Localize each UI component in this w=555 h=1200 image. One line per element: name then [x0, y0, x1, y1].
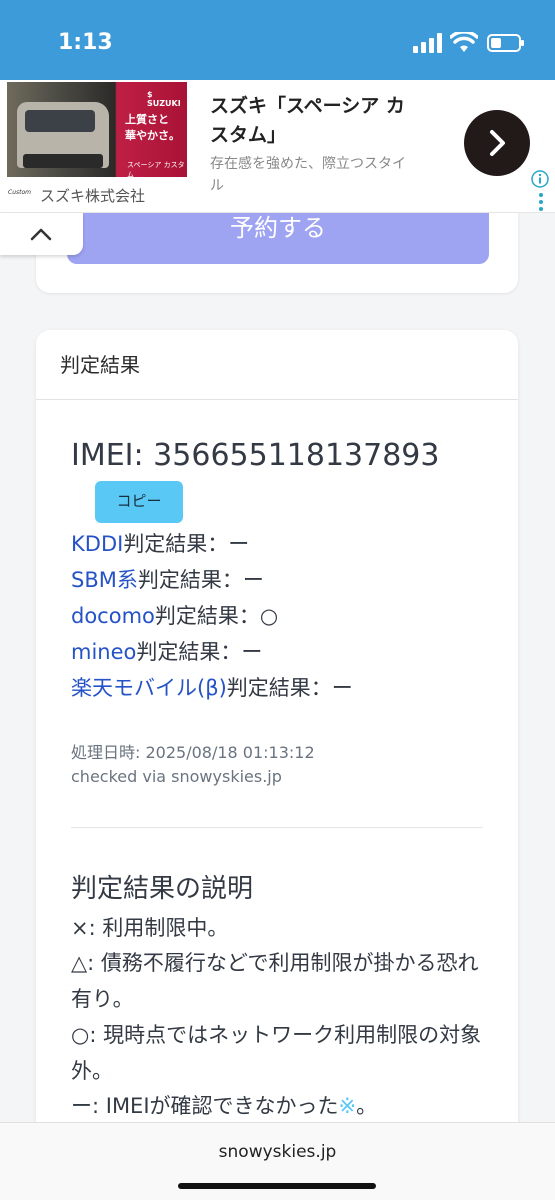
result-value: 判定結果：ー — [123, 532, 250, 556]
wifi-icon — [450, 32, 478, 52]
more-vertical-icon[interactable] — [538, 192, 544, 212]
chevron-right-icon — [490, 130, 505, 156]
ad-catch-copy: 上質さと 華やかさ。 — [125, 112, 180, 144]
ad-catch-line: 華やかさ。 — [125, 129, 180, 142]
ad-collapse-button[interactable] — [0, 213, 83, 255]
result-card-header: 判定結果 — [36, 330, 518, 400]
divider — [71, 827, 483, 828]
url-bar[interactable]: snowyskies.jp — [0, 1122, 555, 1200]
result-value: 判定結果：○ — [154, 604, 279, 628]
cellular-signal-icon — [413, 33, 442, 53]
explain-circle: ○: 現時点ではネットワーク利用制限の対象外。 — [71, 1023, 482, 1083]
chevron-up-icon — [30, 228, 52, 241]
result-row-kddi: KDDI判定結果：ー — [71, 528, 249, 558]
ad-go-button[interactable] — [464, 110, 530, 176]
ad-product-label: スペーシア カスタム — [127, 161, 185, 177]
url-text[interactable]: snowyskies.jp — [0, 1142, 555, 1162]
ad-brand-logo: $ SUZUKI — [147, 90, 181, 108]
result-card: 判定結果 IMEI: 356655118137893 コピー KDDI判定結果：… — [36, 330, 518, 1150]
status-bar: 1:13 — [0, 0, 555, 80]
result-value: 判定結果：ー — [226, 676, 353, 700]
result-value: 判定結果：ー — [136, 640, 263, 664]
ad-mini-logo: Custom — [8, 189, 31, 196]
home-indicator[interactable] — [178, 1183, 376, 1189]
ad-description: 存在感を強めた、際立つスタイル — [210, 156, 406, 194]
ad-image[interactable]: $ SUZUKI 上質さと 華やかさ。 スペーシア カスタム — [7, 82, 187, 177]
processed-timestamp: 処理日時: 2025/08/18 01:13:12 — [71, 743, 315, 762]
car-image — [17, 102, 109, 168]
battery-icon — [487, 34, 524, 52]
result-value: 判定結果：ー — [137, 568, 264, 592]
explain-cross: ×: 利用制限中。 — [71, 916, 229, 940]
carrier-link-sbm[interactable]: SBM系 — [71, 568, 138, 592]
explain-dash-end: 。 — [356, 1094, 378, 1118]
ad-advertiser: スズキ株式会社 — [40, 187, 146, 205]
explain-dash: ー: IMEIが確認できなかった※。 — [71, 1088, 491, 1124]
result-row-sbm: SBM系判定結果：ー — [71, 564, 264, 594]
checked-via: checked via snowyskies.jp — [71, 767, 282, 786]
result-row-mineo: mineo判定結果：ー — [71, 636, 262, 666]
result-row-docomo: docomo判定結果：○ — [71, 600, 278, 630]
ad-banner[interactable]: $ SUZUKI 上質さと 華やかさ。 スペーシア カスタム Custom スズ… — [0, 80, 555, 213]
ad-title[interactable]: スズキ「スペーシア カスタム」 — [210, 92, 410, 150]
result-row-rakuten: 楽天モバイル(β)判定結果：ー — [71, 672, 353, 702]
explain-note-link[interactable]: ※ — [339, 1094, 357, 1118]
carrier-link-rakuten[interactable]: 楽天モバイル(β) — [71, 676, 227, 700]
status-time: 1:13 — [58, 30, 113, 55]
carrier-link-mineo[interactable]: mineo — [71, 640, 136, 664]
carrier-link-docomo[interactable]: docomo — [71, 604, 155, 628]
carrier-link-kddi[interactable]: KDDI — [71, 532, 123, 556]
copy-button[interactable]: コピー — [95, 481, 183, 523]
ad-catch-line: 上質さと — [125, 113, 169, 126]
info-icon[interactable] — [531, 170, 549, 188]
explain-dash-text: ー: IMEIが確認できなかった — [71, 1094, 339, 1118]
explain-title: 判定結果の説明 — [71, 874, 254, 904]
explain-triangle: △: 債務不履行などで利用制限が掛かる恐れ有り。 — [71, 951, 479, 1011]
imei-value: IMEI: 356655118137893 — [71, 438, 440, 473]
